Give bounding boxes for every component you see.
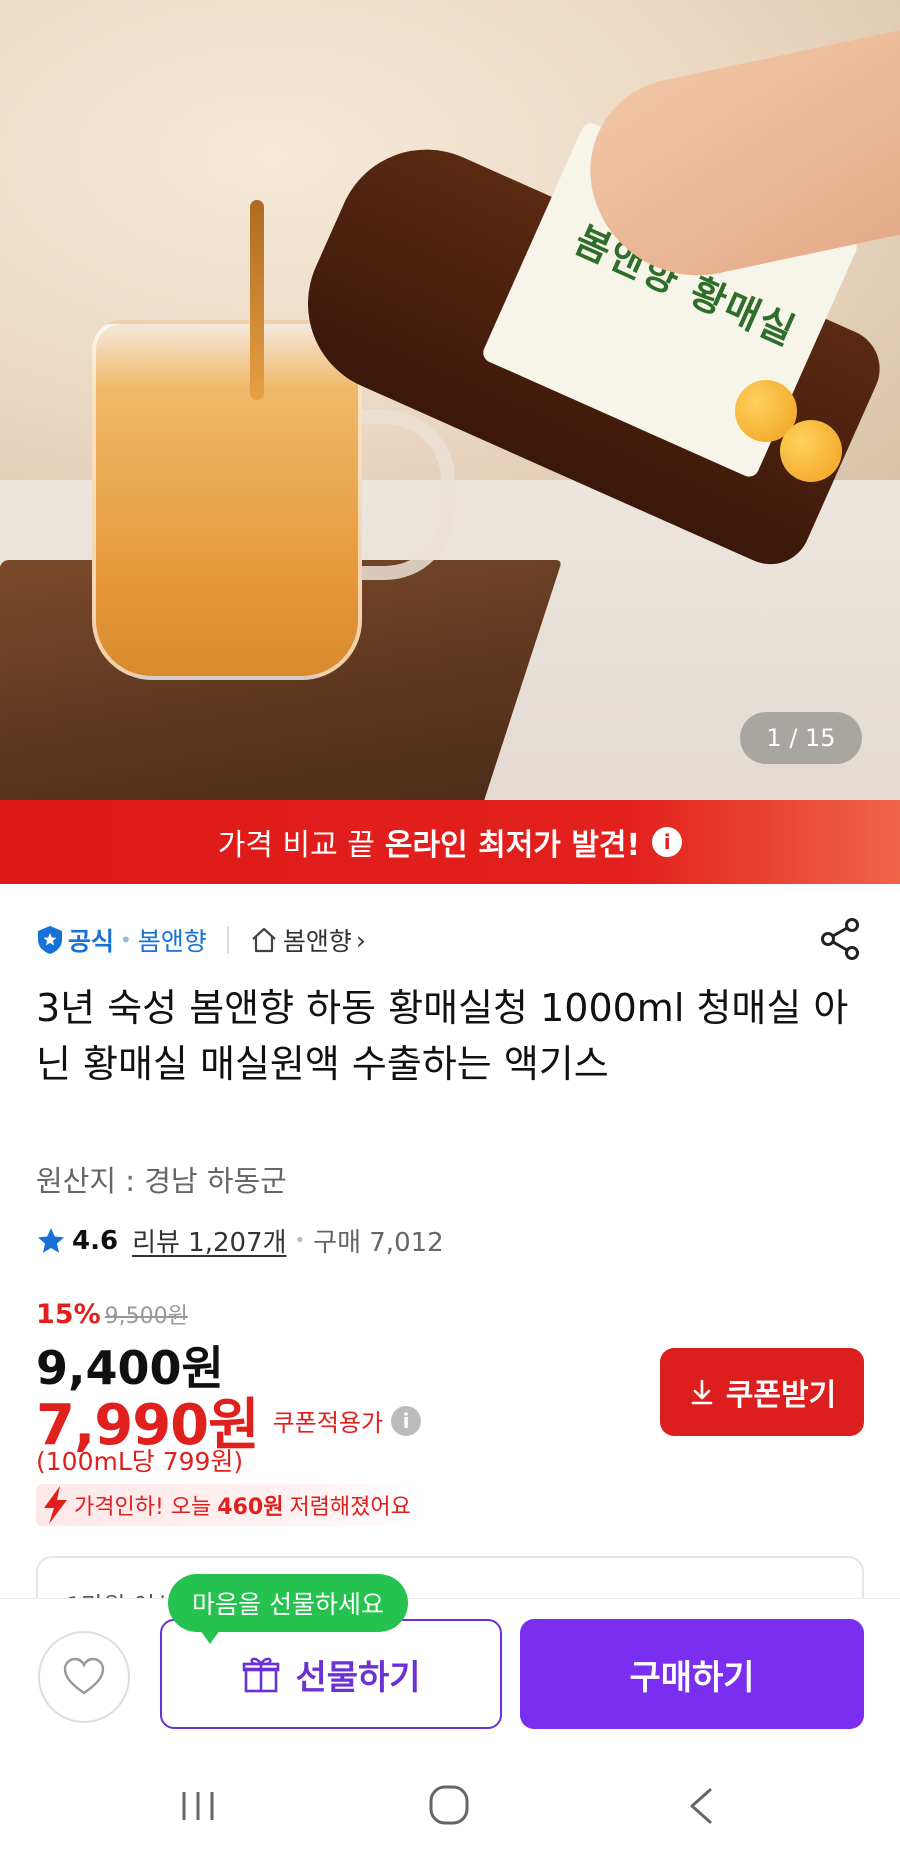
star-icon [38, 1227, 64, 1253]
glass-of-drink [92, 320, 362, 680]
info-icon[interactable]: i [652, 827, 683, 857]
original-price: 9,500원 [104, 1304, 188, 1329]
price-drop-notice: 가격인하! 오늘 460원 저렴해졌어요 [36, 1484, 423, 1526]
reviews-link[interactable]: 리뷰 1,207개 [132, 1222, 286, 1259]
discount-percent: 15% [36, 1299, 101, 1330]
download-icon [691, 1379, 713, 1405]
lightning-icon [44, 1486, 67, 1524]
unit-price: (100mL당 799원) [36, 1447, 244, 1476]
product-image-carousel[interactable]: 봄앤향 황매실 1 / 15 [0, 0, 900, 800]
get-coupon-label: 쿠폰받기 [725, 1378, 837, 1413]
product-title: 3년 숙성 봄앤향 하동 황매실청 1000ml 청매실 아닌 황매실 매실원액… [36, 986, 849, 1086]
discount-row: 15% 9,500원 [36, 1298, 188, 1330]
divider [226, 926, 229, 954]
price-drop-text: 가격인하! 오늘 [74, 1495, 212, 1520]
info-icon[interactable]: i [391, 1405, 422, 1436]
share-icon[interactable] [818, 916, 864, 962]
home-icon[interactable] [426, 1782, 472, 1828]
heart-icon [63, 1657, 105, 1695]
gift-icon [243, 1657, 280, 1693]
coupon-price-label: 쿠폰적용가 [272, 1409, 384, 1437]
chevron-right-icon: › [355, 925, 366, 955]
banner-text-bold: 온라인 최저가 발견! [384, 828, 641, 863]
recent-apps-icon[interactable] [176, 1784, 220, 1828]
system-navigation-bar [0, 1754, 900, 1861]
pouring-stream [250, 200, 264, 400]
store-link[interactable]: 봄앤향 [283, 922, 352, 958]
wishlist-button[interactable] [38, 1631, 130, 1723]
price-drop-text-after: 저렴해졌어요 [289, 1495, 411, 1520]
purchase-count: 구매 7,012 [313, 1228, 444, 1258]
back-icon[interactable] [680, 1784, 724, 1828]
official-badge-icon [36, 925, 64, 955]
buy-button[interactable]: 구매하기 [520, 1619, 864, 1729]
image-counter: 1 / 15 [740, 712, 862, 764]
brand-link[interactable]: 봄앤향 [138, 922, 207, 958]
rating-row: 4.6 리뷰 1,207개 • 구매 7,012 [36, 1222, 444, 1259]
origin-text: 원산지 : 경남 하동군 [36, 1164, 287, 1198]
store-home-icon [252, 927, 276, 953]
official-label: 공식 [68, 927, 115, 956]
lowest-price-banner[interactable]: 가격 비교 끝 온라인 최저가 발견! i [0, 800, 900, 884]
dot-separator: • [294, 1230, 306, 1251]
rating-value: 4.6 [72, 1225, 119, 1256]
banner-text: 가격 비교 끝 [217, 828, 375, 863]
plum-graphic [780, 420, 842, 482]
get-coupon-button[interactable]: 쿠폰받기 [660, 1348, 864, 1436]
gift-tooltip: 마음을 선물하세요 [168, 1574, 408, 1644]
gift-button-label: 선물하기 [295, 1657, 421, 1698]
price-drop-amount: 460원 [217, 1495, 284, 1520]
bottom-action-bar: 선물하기 구매하기 [0, 1598, 900, 1754]
dot-separator: • [120, 928, 132, 952]
store-row: 공식 • 봄앤향 봄앤향 › [36, 918, 366, 962]
